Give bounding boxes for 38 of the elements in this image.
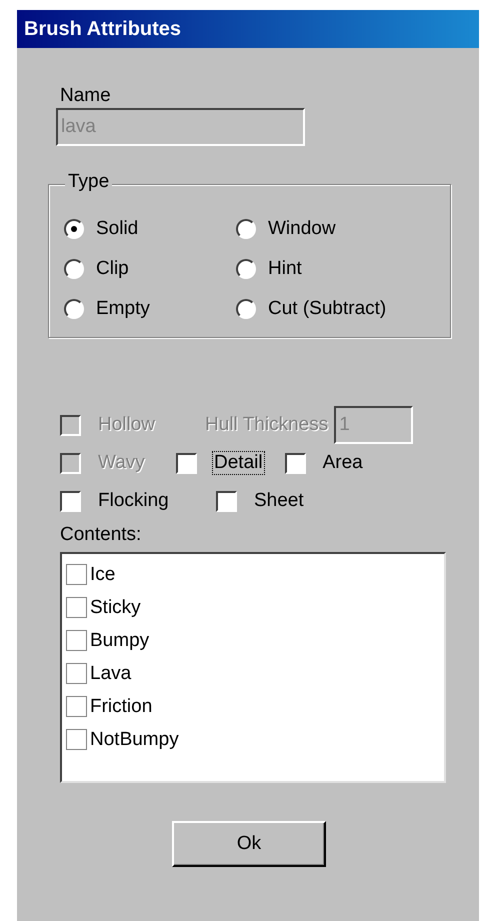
checkbox[interactable]: [284, 452, 306, 474]
list-checkbox[interactable]: [66, 729, 87, 750]
list-item-label[interactable]: NotBumpy: [90, 728, 179, 750]
list-checkbox[interactable]: [66, 597, 87, 618]
radio-label[interactable]: Solid: [96, 218, 138, 240]
list-item-label[interactable]: Sticky: [90, 596, 141, 618]
radio-label[interactable]: Cut (Subtract): [268, 298, 386, 320]
radio-button[interactable]: [236, 259, 256, 279]
list-item-label[interactable]: Bumpy: [90, 630, 150, 652]
window-title: Brush Attributes: [24, 18, 182, 40]
ok-button[interactable]: Ok: [172, 821, 326, 867]
radio-button[interactable]: [64, 259, 84, 279]
checkbox[interactable]: [216, 490, 237, 512]
hull-thickness-label: Hull Thickness: [205, 414, 328, 436]
checkbox-label[interactable]: Sheet: [252, 489, 306, 513]
list-checkbox[interactable]: [66, 564, 87, 585]
type-group-label: Type: [65, 171, 112, 193]
radio-label[interactable]: Hint: [268, 258, 302, 280]
name-label: Name: [60, 85, 111, 107]
radio-button[interactable]: [64, 299, 84, 319]
list-checkbox[interactable]: [66, 630, 87, 651]
list-item-label[interactable]: Lava: [90, 662, 132, 684]
checkbox-label[interactable]: Detail: [212, 451, 265, 475]
radio-button[interactable]: [236, 219, 256, 239]
list-checkbox[interactable]: [66, 663, 87, 684]
radio-label[interactable]: Clip: [96, 258, 129, 280]
list-checkbox[interactable]: [66, 696, 87, 717]
list-item-label[interactable]: Ice: [90, 564, 116, 586]
checkbox[interactable]: [60, 490, 81, 512]
checkbox-label[interactable]: Area: [320, 451, 365, 475]
list-item-label[interactable]: Friction: [90, 696, 152, 718]
radio-label[interactable]: Window: [268, 218, 336, 240]
radio-button[interactable]: [64, 219, 84, 239]
radio-button[interactable]: [236, 299, 256, 319]
radio-label[interactable]: Empty: [96, 298, 150, 320]
contents-label: Contents:: [60, 524, 142, 546]
checkbox[interactable]: [176, 452, 197, 474]
checkbox-label[interactable]: Flocking: [96, 489, 171, 513]
